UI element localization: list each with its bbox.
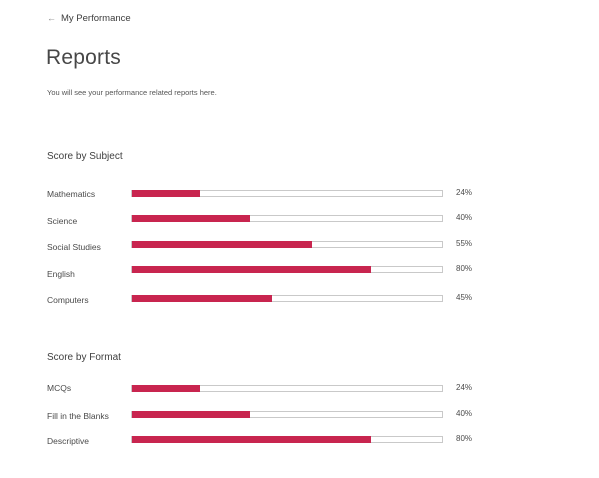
report-row: Social Studies 55% (47, 238, 487, 254)
row-value: 80% (456, 264, 473, 273)
report-row: Mathematics 24% (47, 187, 487, 203)
row-value: 45% (456, 293, 473, 302)
page-subtitle: You will see your performance related re… (47, 88, 217, 97)
row-label: English (47, 269, 75, 279)
report-row: MCQs 24% (47, 382, 487, 398)
row-value: 80% (456, 434, 473, 443)
row-value: 24% (456, 188, 473, 197)
progress-bar-fill (132, 295, 272, 302)
progress-bar-fill (132, 215, 250, 222)
arrow-left-icon: ← (47, 13, 56, 23)
progress-bar-track (131, 190, 443, 197)
progress-bar-fill (132, 411, 250, 418)
section-title-subject: Score by Subject (47, 151, 123, 162)
back-link-label: My Performance (61, 13, 131, 24)
progress-bar-track (131, 215, 443, 222)
row-label: Mathematics (47, 189, 96, 199)
progress-bar-track (131, 385, 443, 392)
progress-bar-track (131, 411, 443, 418)
row-value: 40% (456, 213, 473, 222)
report-row: English 80% (47, 263, 487, 279)
report-row: Fill in the Blanks 40% (47, 408, 487, 424)
progress-bar-fill (132, 241, 312, 248)
back-link[interactable]: ← My Performance (47, 13, 131, 24)
section-title-format: Score by Format (47, 352, 121, 363)
progress-bar-track (131, 266, 443, 273)
progress-bar-track (131, 241, 443, 248)
progress-bar-fill (132, 266, 371, 273)
row-label: Computers (47, 295, 89, 305)
row-value: 55% (456, 239, 473, 248)
row-label: Fill in the Blanks (47, 411, 109, 421)
row-label: Social Studies (47, 242, 101, 252)
row-value: 40% (456, 409, 473, 418)
row-value: 24% (456, 383, 473, 392)
report-row: Computers 45% (47, 292, 487, 308)
progress-bar-track (131, 295, 443, 302)
reports-page: ← My Performance Reports You will see yo… (0, 0, 599, 478)
progress-bar-fill (132, 436, 371, 443)
report-row: Science 40% (47, 212, 487, 228)
progress-bar-track (131, 436, 443, 443)
row-label: Descriptive (47, 436, 90, 446)
report-row: Descriptive 80% (47, 433, 487, 449)
row-label: Science (47, 216, 78, 226)
progress-bar-fill (132, 385, 201, 392)
page-title: Reports (46, 46, 121, 69)
progress-bar-fill (132, 190, 201, 197)
row-label: MCQs (47, 383, 72, 393)
